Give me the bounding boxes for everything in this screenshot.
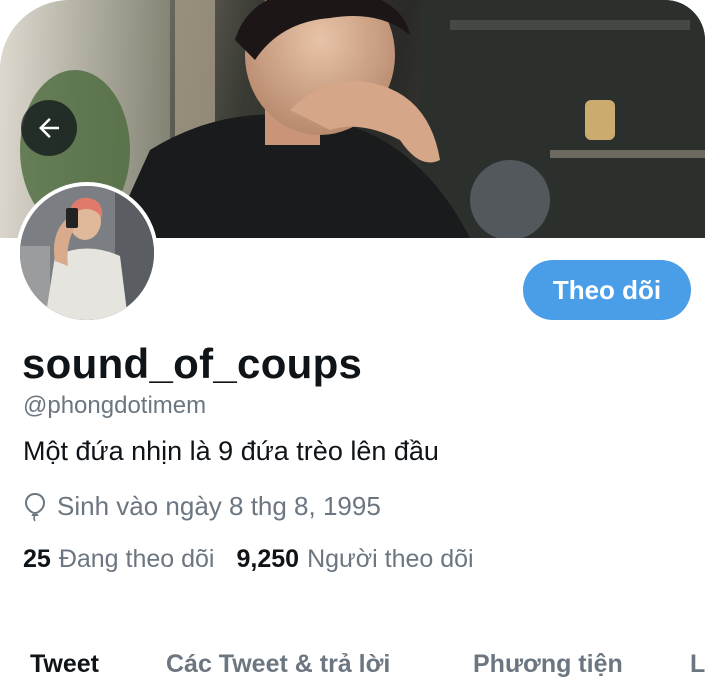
profile-birthdate: Sinh vào ngày 8 thg 8, 1995 bbox=[23, 491, 381, 522]
profile-tabs: Tweet Các Tweet & trả lời Phương tiện L bbox=[0, 640, 705, 700]
avatar[interactable] bbox=[16, 182, 158, 324]
following-label: Đang theo dõi bbox=[58, 545, 215, 573]
arrow-left-icon bbox=[39, 118, 59, 138]
followers-link[interactable]: 9,250 Người theo dõi bbox=[237, 545, 474, 574]
profile-bio: Một đứa nhịn là 9 đứa trèo lên đầu bbox=[23, 436, 439, 466]
following-link[interactable]: 25 Đang theo dõi bbox=[23, 545, 215, 574]
followers-label: Người theo dõi bbox=[307, 545, 474, 573]
following-count: 25 bbox=[23, 545, 51, 573]
tab-media[interactable]: Phương tiện bbox=[473, 650, 623, 679]
profile-handle: @phongdotimem bbox=[23, 392, 207, 419]
follow-button[interactable]: Theo dõi bbox=[523, 260, 691, 320]
avatar-photo bbox=[20, 186, 154, 320]
back-button[interactable] bbox=[21, 100, 77, 156]
tab-tweets-and-replies[interactable]: Các Tweet & trả lời bbox=[166, 650, 390, 679]
birthdate-text: Sinh vào ngày 8 thg 8, 1995 bbox=[57, 491, 381, 521]
profile-display-name: sound_of_coups bbox=[22, 340, 363, 387]
tab-tweets[interactable]: Tweet bbox=[30, 650, 99, 679]
tab-likes[interactable]: L bbox=[690, 650, 705, 679]
balloon-icon bbox=[24, 492, 46, 521]
profile-stats: 25 Đang theo dõi 9,250 Người theo dõi bbox=[23, 545, 474, 574]
followers-count: 9,250 bbox=[236, 545, 300, 573]
